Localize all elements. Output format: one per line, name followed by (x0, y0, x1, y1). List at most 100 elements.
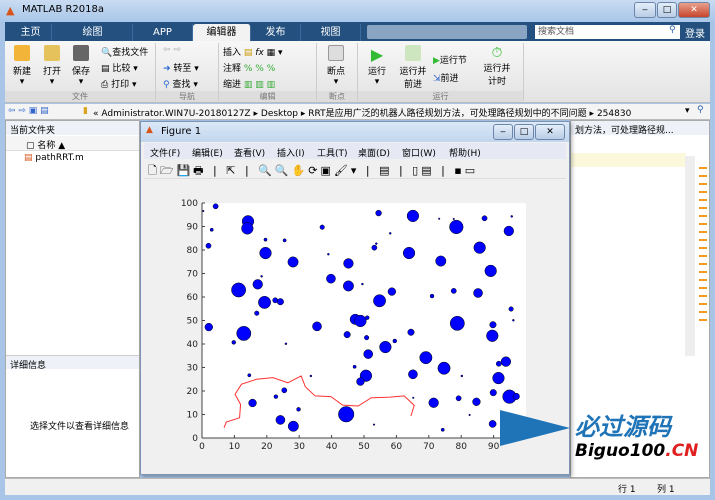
obstacle-circle (281, 387, 288, 394)
breakpoints-button[interactable]: 断点 ▾ (321, 45, 351, 87)
menu-help[interactable]: 帮助(H) (449, 146, 481, 159)
obstacle-circle (361, 282, 364, 286)
obstacle-circle (489, 321, 497, 329)
obstacle-circle (327, 253, 330, 256)
tab-home[interactable]: 主页 (10, 24, 52, 41)
address-dropdown-icon[interactable]: ▾ (685, 106, 690, 116)
obstacle-circle (319, 224, 325, 230)
menu-window[interactable]: 窗口(W) (402, 146, 436, 159)
menu-edit[interactable]: 编辑(E) (192, 146, 223, 159)
find-button[interactable]: ⚲ 查找 ▾ (163, 77, 198, 90)
obstacle-circle (468, 413, 471, 417)
save-button[interactable]: 保存 ▾ (68, 45, 94, 87)
y-tick-label: 30 (187, 364, 199, 374)
tab-plots[interactable]: 绘图 (53, 24, 133, 41)
column-header-name[interactable]: ▢ 名称 ▲ (6, 136, 139, 151)
obstacle-circle (356, 377, 365, 386)
x-tick-label: 10 (229, 442, 241, 452)
tab-editor[interactable]: 编辑器 (193, 24, 251, 41)
tab-view[interactable]: 视图 (301, 24, 361, 41)
obstacle-circle (387, 287, 397, 296)
obstacle-circle (449, 315, 465, 331)
matlab-logo-icon: ▲ (6, 4, 15, 17)
run-and-time-button[interactable]: ⏱ 运行并 计时 (479, 45, 515, 87)
goto-button[interactable]: ➜ 转至 ▾ (163, 61, 199, 74)
group-label-file: 文件 (5, 91, 155, 102)
run-section-button[interactable]: ▶运行节 (433, 53, 467, 66)
menu-tools[interactable]: 工具(T) (317, 146, 348, 159)
obstacle-circle (252, 279, 263, 290)
obstacle-circle (375, 242, 378, 245)
insert-button[interactable]: 插入 ▤ fx ▦ ▾ (223, 45, 283, 58)
menu-file[interactable]: 文件(F) (150, 146, 180, 159)
details-title: 详细信息 (6, 355, 139, 371)
x-tick-label: 40 (326, 442, 338, 452)
obstacle-circle (408, 369, 418, 380)
row-indicator: 行 1 (618, 485, 636, 495)
run-advance-button[interactable]: 运行并 前进 (395, 45, 431, 90)
menu-desktop[interactable]: 桌面(D) (358, 146, 390, 159)
search-icon[interactable]: ⚲ (669, 25, 676, 35)
obstacle-circle (389, 232, 392, 235)
obstacle-circle (437, 361, 451, 375)
figure-toolbar-icons[interactable]: 🗋🗁💾🖶 | ⇱ | 🔍🔍✋⟳▣🖌▾ | ▤ | ▯▤ | ▪▭ (148, 162, 478, 181)
code-analyzer-marks[interactable] (699, 161, 707, 321)
indent-button[interactable]: 缩进 ▥ ▥ ▥ (223, 77, 275, 90)
obstacle-circle (510, 215, 513, 218)
advance-button[interactable]: ⇲前进 (433, 71, 459, 84)
status-bar: 行 1 列 1 (5, 478, 710, 495)
new-button[interactable]: 新建 ▾ (9, 45, 35, 87)
obstacle-circle (202, 209, 205, 213)
print-button[interactable]: ⎙ 打印 ▾ (101, 77, 136, 90)
obstacle-circle (449, 219, 464, 235)
obstacle-circle (212, 203, 219, 210)
file-item[interactable]: ▤ pathRRT.m (24, 153, 84, 163)
open-button[interactable]: 打开 ▾ (39, 45, 65, 87)
obstacle-circle (455, 395, 462, 402)
obstacle-circle (284, 342, 288, 345)
obstacle-circle (287, 420, 299, 432)
obstacle-circle (254, 310, 260, 316)
x-tick-label: 50 (358, 442, 370, 452)
tab-publish[interactable]: 发布 (251, 24, 301, 41)
close-button[interactable]: ✕ (678, 2, 710, 18)
search-docs-input[interactable]: 搜索文档 (535, 25, 680, 39)
minimize-button[interactable]: ‒ (634, 2, 656, 18)
compare-button[interactable]: ▤ 比较 ▾ (101, 61, 138, 74)
run-advance-icon (405, 45, 421, 61)
quick-access-toolbar[interactable] (367, 25, 527, 39)
run-button[interactable]: ▶ 运行 ▾ (362, 45, 392, 87)
menu-view[interactable]: 查看(V) (234, 146, 265, 159)
obstacle-circle (263, 237, 268, 242)
figure-close-button[interactable]: ✕ (535, 124, 565, 140)
nav-arrows-icon[interactable]: ⇦ ⇨ ▣ ▤ (8, 106, 49, 116)
breakpoint-icon (328, 45, 344, 61)
tab-apps[interactable]: APP (133, 24, 193, 41)
back-forward-icon[interactable]: ⇦ ⇨ (163, 45, 181, 55)
obstacle-circle (309, 374, 313, 378)
comment-button[interactable]: 注释 % % % (223, 61, 275, 74)
figure-minimize-button[interactable]: ‒ (493, 124, 513, 140)
breadcrumb[interactable]: « Administrator.WIN7U-20180127Z ▸ Deskto… (93, 106, 631, 119)
obstacle-circle (495, 360, 502, 367)
obstacle-circle (276, 298, 284, 306)
obstacle-circle (365, 315, 370, 320)
editor-tab[interactable]: 划方法，可处理路径规... (571, 121, 709, 135)
obstacle-circle (372, 423, 376, 426)
scrollbar[interactable] (685, 156, 695, 356)
search-icon[interactable]: ⚲ (697, 105, 704, 115)
y-tick-label: 40 (187, 340, 199, 350)
figure-title-bar: ▲ Figure 1 ‒ □ ✕ (141, 122, 569, 142)
maximize-button[interactable]: □ (657, 2, 677, 18)
login-button[interactable]: 登录 (685, 25, 705, 40)
obstacle-circle (419, 351, 433, 365)
plus-icon (14, 45, 30, 61)
obstacle-circle (258, 295, 271, 309)
obstacle-circle (296, 407, 301, 412)
x-tick-label: 80 (455, 442, 467, 452)
menu-insert[interactable]: 插入(I) (277, 146, 305, 159)
address-bar[interactable]: ⇦ ⇨ ▣ ▤ ▮ « Administrator.WIN7U-20180127… (5, 104, 710, 120)
figure-maximize-button[interactable]: □ (514, 124, 534, 140)
x-tick-label: 70 (423, 442, 435, 452)
find-files-button[interactable]: 🔍查找文件 (101, 45, 148, 58)
